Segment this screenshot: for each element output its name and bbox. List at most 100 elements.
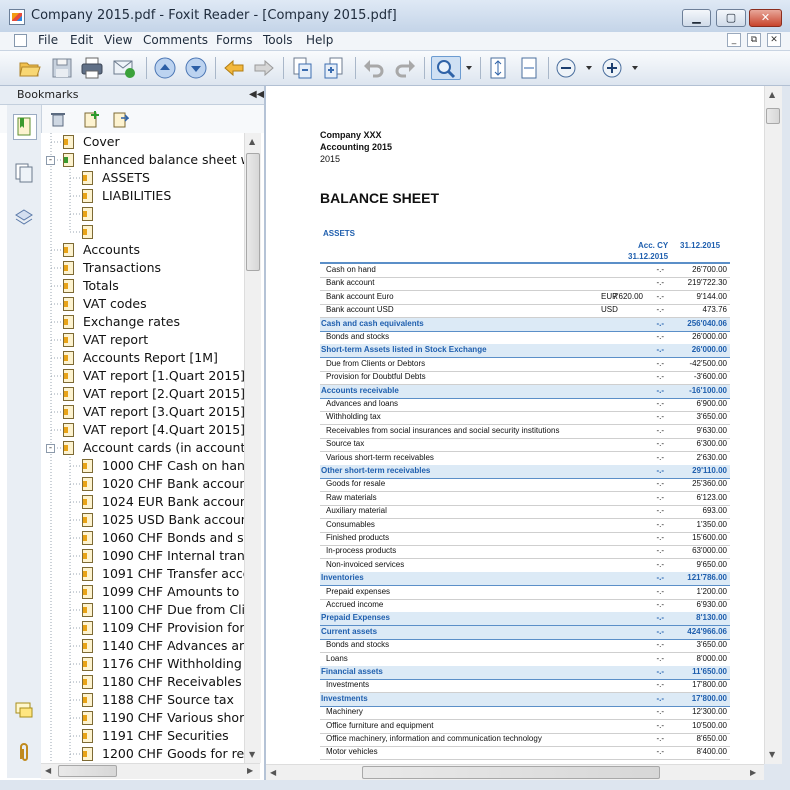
bookmark-item[interactable]: 1025 USD Bank account U (41, 511, 244, 529)
bookmark-item[interactable] (41, 205, 244, 223)
bookmark-label: VAT report (83, 332, 149, 347)
document-horizontal-scrollbar[interactable]: ◀ ▶ (266, 764, 764, 781)
page-up-icon[interactable] (153, 56, 177, 80)
bookmark-item[interactable]: Transactions (41, 259, 244, 277)
close-button[interactable]: ✕ (749, 9, 782, 27)
zoom-dropdown-icon[interactable] (466, 66, 472, 70)
document-horizontal-scroll-thumb[interactable] (362, 766, 660, 779)
menu-edit[interactable]: Edit (70, 33, 93, 47)
delete-bookmark-icon[interactable] (51, 111, 65, 127)
collapse-toggle-icon[interactable]: - (46, 156, 55, 165)
bookmark-item[interactable]: Exchange rates (41, 313, 244, 331)
menu-comments[interactable]: Comments (143, 33, 208, 47)
collapse-panel-icon[interactable]: ◀◀ (249, 89, 264, 100)
minimize-button[interactable]: ▁ (682, 9, 711, 27)
scroll-up-arrow-icon[interactable]: ▲ (249, 137, 255, 146)
document-vertical-scrollbar[interactable]: ▲ ▼ (764, 86, 782, 764)
bookmark-item[interactable]: Totals (41, 277, 244, 295)
document-icon[interactable] (14, 34, 27, 47)
redo-icon[interactable] (393, 56, 417, 80)
doc-scroll-right-arrow-icon[interactable]: ▶ (750, 768, 756, 777)
bookmark-vertical-scrollbar[interactable]: ▲ ▼ (244, 133, 261, 763)
email-icon[interactable] (112, 56, 136, 80)
bookmark-item[interactable]: - Enhanced balance sheet with (41, 151, 244, 169)
doc-scroll-left-arrow-icon[interactable]: ◀ (270, 768, 276, 777)
bookmark-item[interactable]: 1176 CHF Withholding tax (41, 655, 244, 673)
bookmark-item[interactable]: 1000 CHF Cash on hand (41, 457, 244, 475)
fit-page-icon[interactable] (486, 56, 510, 80)
bookmark-item[interactable]: 1099 CHF Amounts to be (41, 583, 244, 601)
back-icon[interactable] (222, 56, 246, 80)
scroll-right-arrow-icon[interactable]: ▶ (247, 766, 253, 775)
save-icon[interactable] (50, 56, 74, 80)
bookmark-horizontal-scroll-thumb[interactable] (58, 765, 117, 777)
bookmark-item[interactable]: 1020 CHF Bank account (41, 475, 244, 493)
page-down-icon[interactable] (184, 56, 208, 80)
bookmark-item[interactable]: 1191 CHF Securities (41, 727, 244, 745)
scroll-left-arrow-icon[interactable]: ◀ (45, 766, 51, 775)
bookmark-item[interactable]: Accounts (41, 241, 244, 259)
bookmark-item[interactable]: 1140 CHF Advances and le (41, 637, 244, 655)
attachments-tab-icon[interactable] (16, 741, 32, 763)
bookmark-item[interactable]: 1090 CHF Internal transfe (41, 547, 244, 565)
mdi-restore-button[interactable]: ⧉ (747, 33, 761, 47)
bookmark-item[interactable]: 1060 CHF Bonds and stoc (41, 529, 244, 547)
zoom-out-icon[interactable] (554, 56, 578, 80)
bookmark-item[interactable]: 1091 CHF Transfer accour (41, 565, 244, 583)
zoom-in-icon[interactable] (600, 56, 624, 80)
comments-tab-icon[interactable] (14, 701, 34, 721)
mdi-close-button[interactable]: ✕ (767, 33, 781, 47)
bookmark-horizontal-scrollbar[interactable]: ◀ ▶ (41, 763, 260, 779)
menu-tools[interactable]: Tools (263, 33, 293, 47)
bookmark-item[interactable] (41, 223, 244, 241)
add-bookmark-icon[interactable] (84, 110, 100, 128)
scroll-down-arrow-icon[interactable]: ▼ (249, 750, 255, 759)
zoom-out-dropdown-icon[interactable] (586, 66, 592, 70)
bookmark-item[interactable]: VAT report [2.Quart 2015] (41, 385, 244, 403)
pages-tab-icon[interactable] (14, 162, 34, 184)
bookmark-item[interactable]: LIABILITIES (41, 187, 244, 205)
menu-forms[interactable]: Forms (216, 33, 252, 47)
fit-width-icon[interactable] (517, 56, 541, 80)
bookmarks-tab-icon[interactable] (13, 114, 37, 140)
print-icon[interactable] (80, 56, 104, 80)
zoom-icon[interactable] (431, 56, 461, 80)
bookmark-item[interactable]: VAT report [4.Quart 2015] (41, 421, 244, 439)
menu-view[interactable]: View (104, 33, 132, 47)
mdi-minimize-button[interactable]: _ (727, 33, 741, 47)
undo-icon[interactable] (362, 56, 386, 80)
zoom-in-dropdown-icon[interactable] (632, 66, 638, 70)
collapse-toggle-icon[interactable]: - (46, 444, 55, 453)
menu-help[interactable]: Help (306, 33, 333, 47)
bookmark-item[interactable]: 1109 CHF Provision for Do (41, 619, 244, 637)
maximize-button[interactable]: ▢ (716, 9, 746, 27)
doc-scroll-down-arrow-icon[interactable]: ▼ (769, 750, 775, 759)
bookmark-item[interactable]: Accounts Report [1M] (41, 349, 244, 367)
bookmark-item[interactable]: 1188 CHF Source tax (41, 691, 244, 709)
forward-icon[interactable] (252, 56, 276, 80)
bookmark-item[interactable]: 1180 CHF Receivables fron (41, 673, 244, 691)
extract-page-icon[interactable] (290, 56, 314, 80)
menu-file[interactable]: File (38, 33, 58, 47)
bookmark-item[interactable]: 1100 CHF Due from Client (41, 601, 244, 619)
layers-tab-icon[interactable] (14, 207, 34, 227)
document-vertical-scroll-thumb[interactable] (766, 108, 780, 124)
bookmark-item[interactable]: - Account cards (in account nu (41, 439, 244, 457)
bookmark-vertical-scroll-thumb[interactable] (246, 153, 260, 271)
bookmark-item[interactable]: VAT codes (41, 295, 244, 313)
bookmark-item[interactable]: 1190 CHF Various short-te (41, 709, 244, 727)
foxit-app-icon[interactable] (9, 9, 25, 25)
bookmark-item[interactable]: Cover (41, 133, 244, 151)
bookmark-item[interactable]: VAT report (41, 331, 244, 349)
bookmark-properties-icon[interactable] (113, 110, 130, 128)
bookmark-item[interactable]: VAT report [1.Quart 2015] (41, 367, 244, 385)
table-row: Prepaid expenses -.- 1'200.00 (320, 586, 730, 600)
bookmark-item[interactable]: 1200 CHF Goods for resale (41, 745, 244, 763)
table-row: Advances and loans -.- 6'900.00 (320, 398, 730, 412)
doc-scroll-up-arrow-icon[interactable]: ▲ (769, 90, 775, 99)
open-icon[interactable] (18, 56, 42, 80)
bookmark-item[interactable]: ASSETS (41, 169, 244, 187)
bookmark-item[interactable]: VAT report [3.Quart 2015] (41, 403, 244, 421)
insert-page-icon[interactable] (322, 56, 346, 80)
bookmark-item[interactable]: 1024 EUR Bank account E (41, 493, 244, 511)
